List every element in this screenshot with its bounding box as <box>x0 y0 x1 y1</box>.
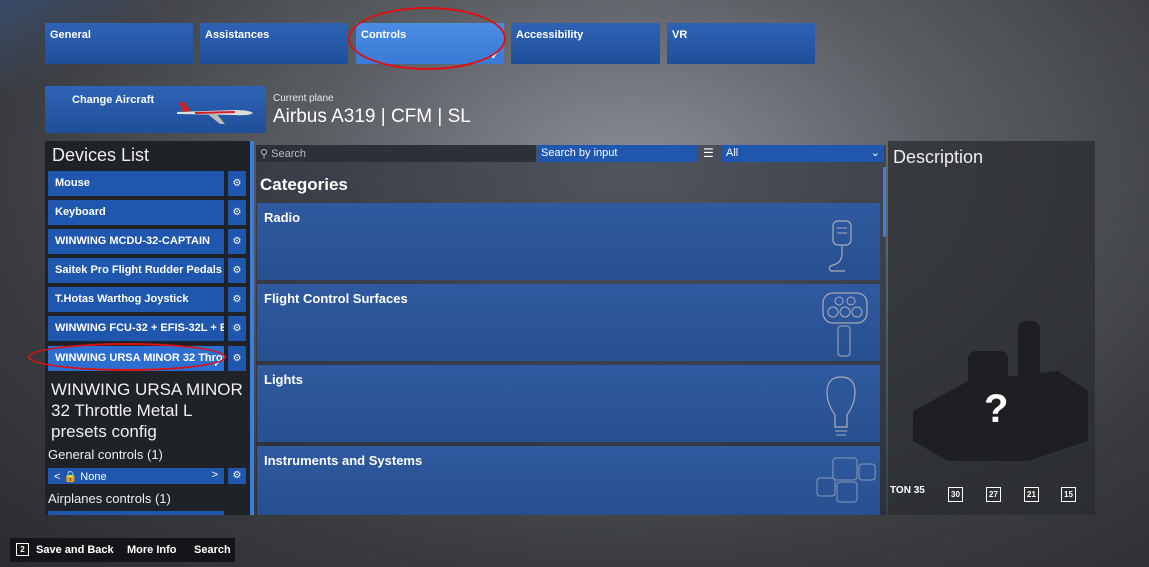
change-aircraft-label: Change Aircraft <box>72 94 155 106</box>
device-item-joystick[interactable]: T.Hotas Warthog Joystick <box>48 287 224 312</box>
search-button[interactable]: Search <box>194 544 231 556</box>
device-item-keyboard[interactable]: Keyboard <box>48 200 224 225</box>
category-label: Lights <box>264 372 303 387</box>
filter-value: All <box>726 147 739 159</box>
tab-accessibility[interactable]: Accessibility <box>511 23 660 64</box>
lightbulb-icon <box>826 376 856 436</box>
device-item-mcdu[interactable]: WINWING MCDU-32-CAPTAIN <box>48 229 224 254</box>
tab-vr[interactable]: VR <box>667 23 815 64</box>
tab-label: VR <box>672 29 688 41</box>
filter-icon[interactable]: ☰ <box>703 146 714 160</box>
chevron-left-icon[interactable]: < <box>54 471 60 483</box>
tab-label: General <box>50 29 91 41</box>
button-number: 27 <box>986 487 1001 502</box>
more-info-button[interactable]: More Info <box>127 544 177 556</box>
devices-scrollbar[interactable] <box>250 141 254 515</box>
preset-value: None <box>80 471 107 483</box>
button-label: TON 35 <box>890 485 925 496</box>
highlight-ring-device <box>28 343 226 371</box>
button-number: 15 <box>1061 487 1076 502</box>
search-icon: ⚲ <box>260 148 269 160</box>
category-radio[interactable]: Radio <box>257 203 880 280</box>
unknown-device-icon: ? <box>984 387 1009 431</box>
category-instruments-and-systems[interactable]: Instruments and Systems <box>257 446 880 515</box>
gear-icon[interactable]: ⚙ <box>228 468 246 484</box>
gear-icon[interactable]: ⚙ <box>228 171 246 196</box>
button-number: 30 <box>948 487 963 502</box>
device-item-mouse[interactable]: Mouse <box>48 171 224 196</box>
airplane-icon <box>177 102 253 124</box>
device-item-rudder-pedals[interactable]: Saitek Pro Flight Rudder Pedals <box>48 258 224 283</box>
search-by-input-button[interactable]: Search by input <box>537 145 698 162</box>
search-placeholder: Search <box>271 148 306 160</box>
list-item-partial[interactable] <box>48 511 224 515</box>
devices-list-title: Devices List <box>52 145 150 165</box>
gear-icon[interactable]: ⚙ <box>228 316 246 341</box>
button-number: 21 <box>1024 487 1039 502</box>
tab-general[interactable]: General <box>45 23 193 64</box>
gear-icon[interactable]: ⚙ <box>228 258 246 283</box>
category-label: Radio <box>264 210 301 225</box>
chevron-right-icon[interactable]: > <box>212 469 218 481</box>
preset-selector[interactable]: < 🔒 None > <box>48 468 224 484</box>
change-aircraft-button[interactable]: Change Aircraft <box>45 86 266 133</box>
tab-label: Accessibility <box>516 29 584 41</box>
general-controls-label: General controls (1) <box>48 447 163 462</box>
lock-icon: 🔒 <box>63 471 78 483</box>
save-and-back-button[interactable]: Save and Back <box>36 544 114 556</box>
device-item-fcu[interactable]: WINWING FCU-32 + EFIS-32L + EF <box>48 316 224 341</box>
current-plane-value: Airbus A319 | CFM | SL <box>273 106 471 127</box>
devices-panel: Devices List Mouse ⚙ Keyboard ⚙ WINWING … <box>45 141 250 515</box>
radio-mic-icon <box>828 220 852 272</box>
description-panel: Description ? TON 35 30 27 21 15 <box>888 141 1095 515</box>
gear-icon[interactable]: ⚙ <box>228 346 246 371</box>
tab-assistances[interactable]: Assistances <box>200 23 348 64</box>
gear-icon[interactable]: ⚙ <box>228 229 246 254</box>
search-input[interactable]: ⚲ Search <box>256 145 536 162</box>
preset-config-title: WINWING URSA MINOR 32 Throttle Metal L p… <box>51 380 243 441</box>
control-panel-icon <box>822 292 868 357</box>
footer-bar: 2 Save and Back More Info Search <box>10 538 235 562</box>
current-plane-label: Current plane <box>273 93 334 104</box>
category-label: Flight Control Surfaces <box>264 291 408 306</box>
category-flight-control-surfaces[interactable]: Flight Control Surfaces <box>257 284 880 361</box>
category-lights[interactable]: Lights <box>257 365 880 442</box>
categories-title: Categories <box>260 175 348 194</box>
category-label: Instruments and Systems <box>264 453 423 468</box>
gear-icon[interactable]: ⚙ <box>228 200 246 225</box>
chevron-down-icon: ⌄ <box>870 147 880 159</box>
airplanes-controls-label: Airplanes controls (1) <box>48 491 171 506</box>
description-title: Description <box>893 147 984 167</box>
filter-dropdown[interactable]: All ⌄ <box>722 145 884 162</box>
key-hint: 2 <box>16 543 29 556</box>
instruments-icon <box>816 457 876 503</box>
categories-scrollbar[interactable] <box>883 167 886 237</box>
highlight-ring-tab <box>348 7 506 70</box>
tab-label: Assistances <box>205 29 270 41</box>
gear-icon[interactable]: ⚙ <box>228 287 246 312</box>
